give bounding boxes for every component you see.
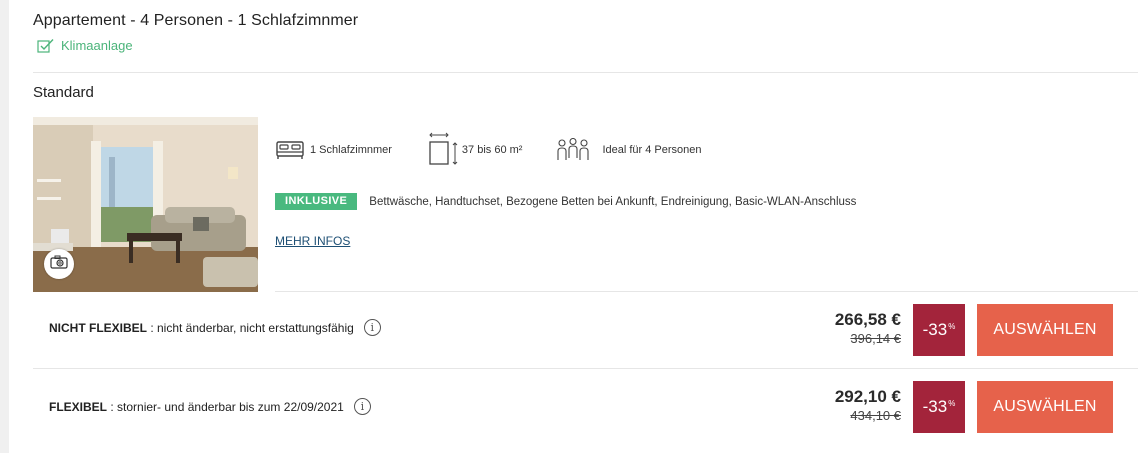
feature-area: 37 bis 60 m² [428, 131, 523, 169]
discount-value: -33 [922, 320, 948, 339]
price-block: 292,10 € 434,10 € [811, 387, 901, 425]
inclusive-text: Bettwäsche, Handtuchset, Bezogene Betten… [369, 195, 857, 208]
checkbox-checked-icon [37, 38, 54, 53]
room-title: Appartement - 4 Personen - 1 Schlafzimnm… [33, 12, 359, 29]
feature-capacity: Ideal für 4 Personen [556, 138, 702, 162]
rate-name: FLEXIBEL [49, 399, 108, 414]
rate-label: FLEXIBEL : stornier- und änderbar bis zu… [49, 398, 371, 415]
select-button[interactable]: AUSWÄHLEN [977, 381, 1113, 433]
rate-label: NICHT FLEXIBEL : nicht änderbar, nicht e… [49, 319, 381, 336]
discount-unit: % [948, 398, 956, 408]
camera-icon [50, 255, 68, 274]
rate-plan-title: Standard [33, 84, 94, 101]
discount-value: -33 [922, 397, 948, 416]
select-button[interactable]: AUSWÄHLEN [977, 304, 1113, 356]
rate-option-flexible: FLEXIBEL : stornier- und änderbar bis zu… [33, 369, 1138, 445]
amenity-label: Klimaanlage [61, 38, 133, 53]
rate-description: : nicht änderbar, nicht erstattungsfähig [147, 320, 354, 335]
info-icon[interactable]: i [363, 319, 381, 336]
rate-name: NICHT FLEXIBEL [49, 320, 147, 335]
feature-label: Ideal für 4 Personen [602, 144, 702, 156]
discount-badge: -33% [913, 304, 965, 356]
original-price: 434,10 € [850, 408, 901, 423]
photo-gallery-button[interactable] [44, 249, 74, 279]
divider [33, 72, 1138, 73]
room-card: Appartement - 4 Personen - 1 Schlafzimnm… [9, 0, 1148, 453]
inclusive-services: INKLUSIVE Bettwäsche, Handtuchset, Bezog… [275, 193, 856, 210]
bed-icon [275, 138, 305, 162]
discount-badge: -33% [913, 381, 965, 433]
discount-unit: % [948, 321, 956, 331]
feature-label: 37 bis 60 m² [461, 144, 523, 156]
original-price: 396,14 € [850, 331, 901, 346]
people-icon [556, 138, 590, 162]
info-icon[interactable]: i [353, 398, 371, 415]
current-price: 292,10 € [834, 387, 901, 406]
feature-label: 1 Schlafzimnmer [310, 144, 392, 156]
area-icon [428, 131, 462, 169]
rate-description: : stornier- und änderbar bis zum 22/09/2… [107, 399, 344, 414]
inclusive-badge: INKLUSIVE [275, 193, 358, 210]
left-rail [0, 0, 9, 453]
room-photo[interactable] [33, 117, 258, 292]
price-block: 266,58 € 396,14 € [811, 310, 901, 348]
feature-bedrooms: 1 Schlafzimnmer [275, 138, 392, 162]
room-features: 1 Schlafzimnmer 37 bis 60 m² Ideal für 4… [275, 128, 702, 172]
more-info-link[interactable]: MEHR INFOS [275, 234, 350, 248]
amenity-climate: Klimaanlage [37, 38, 133, 53]
rate-option-non-flexible: NICHT FLEXIBEL : nicht änderbar, nicht e… [33, 292, 1138, 368]
current-price: 266,58 € [834, 310, 901, 329]
